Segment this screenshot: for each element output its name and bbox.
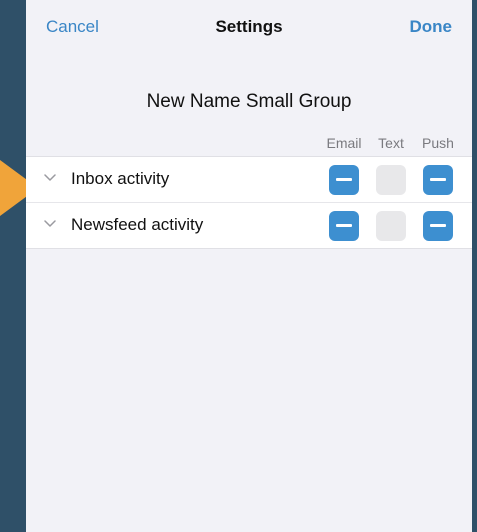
group-name-heading: New Name Small Group [146, 91, 352, 112]
push-toggle[interactable] [423, 165, 453, 195]
settings-sheet: Cancel Settings Done New Name Small Grou… [26, 0, 472, 532]
push-toggle[interactable] [423, 211, 453, 241]
email-toggle[interactable] [329, 165, 359, 195]
email-toggle[interactable] [329, 211, 359, 241]
text-toggle[interactable] [376, 165, 406, 195]
chevron-down-icon[interactable] [44, 217, 56, 229]
row-label: Inbox activity [71, 169, 170, 188]
list-item-inbox-activity[interactable]: Inbox activity [26, 157, 472, 202]
text-toggle[interactable] [376, 211, 406, 241]
channel-column-headers: Email Text Push [26, 135, 472, 153]
column-header-push: Push [422, 135, 454, 151]
row-label: Newsfeed activity [71, 215, 204, 234]
notification-settings-list: Inbox activity Newsfeed activity [26, 156, 472, 249]
navigation-bar: Cancel Settings Done [26, 0, 472, 54]
done-button[interactable]: Done [410, 17, 453, 37]
list-item-newsfeed-activity[interactable]: Newsfeed activity [26, 202, 472, 248]
chevron-down-icon[interactable] [44, 171, 56, 183]
page-title: Settings [215, 17, 283, 36]
